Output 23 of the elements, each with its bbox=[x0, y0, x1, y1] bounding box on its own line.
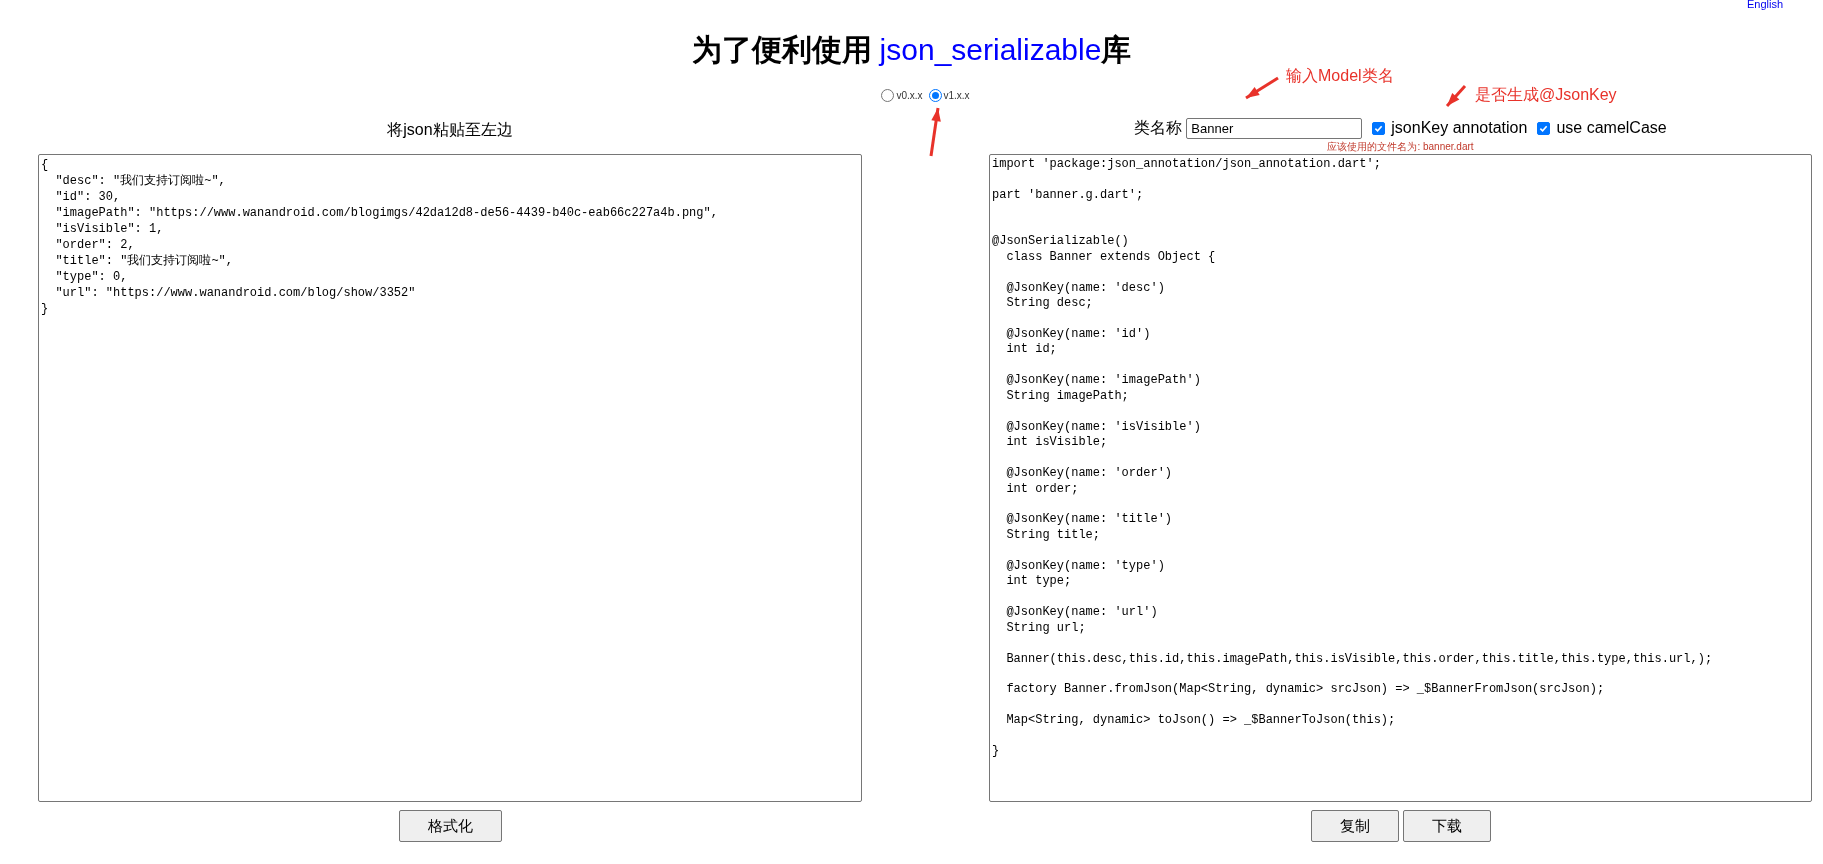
version-label: v1.x.x bbox=[943, 89, 970, 103]
option-checkbox[interactable] bbox=[1537, 121, 1551, 135]
option-label: jsonKey annotation bbox=[1391, 118, 1528, 138]
version-label: v0.x.x bbox=[896, 89, 923, 103]
option-label: use camelCase bbox=[1556, 118, 1667, 138]
version-radio[interactable] bbox=[928, 89, 942, 102]
page-title: 为了便利使用 bbox=[691, 33, 872, 66]
option-checkbox[interactable] bbox=[1372, 121, 1386, 135]
page-title-suffix: 库 bbox=[1101, 33, 1132, 66]
language-link[interactable]: English bbox=[1746, 0, 1783, 10]
version-radio[interactable] bbox=[881, 89, 895, 102]
format-button[interactable]: 格式化 bbox=[398, 810, 502, 842]
download-button[interactable]: 下载 bbox=[1402, 810, 1491, 842]
file-name-hint: 应该使用的文件名为: banner.dart bbox=[1327, 141, 1474, 153]
library-link[interactable]: json_serializable bbox=[879, 33, 1102, 66]
json-input-field[interactable]: { "desc": "我们支持订阅啦~", "id": 30, "imagePath": "https://www.wanandroid.com/blogimgs/42da12d8-de56-4439-b40c-eab66c227a4b.png", "isVisible": 1, "order": 2, "title": "我们支持订阅啦~", "type": 0, "url": "https://www.wanandroid.com/blog/show/3352" } bbox=[38, 154, 862, 802]
class-name-field[interactable]: Banner bbox=[1186, 117, 1363, 139]
left-label: 将json粘贴至左边 bbox=[387, 120, 513, 140]
class-name-label: 类名称 bbox=[1134, 118, 1183, 138]
code-output-field[interactable]: import 'package:json_annotation/json_annotation.dart'; part 'banner.g.dart'; @JsonSerializable() class Banner extends Object { @JsonKey(name: 'desc') String desc; @JsonKey(name: 'id') int id; @JsonKey(name: 'imagePath') String imagePath; @JsonKey(name: 'isVisible') int isVisible; @JsonKey(name: 'order') int order; @JsonKey(name: 'title') String title; @JsonKey(name: 'type') int type; @JsonKey(name: 'url') String url; Banner(this.desc,this.id,this.imagePath,this.isVisible,this.order,this.title,this.type,this.url,); factory Banner.fromJson(Map<String, dynamic> srcJson) => _$BannerFromJson(srcJson); Map<String, dynamic> toJson() => _$BannerToJson(this); } bbox=[989, 154, 1812, 802]
copy-button[interactable]: 复制 bbox=[1310, 810, 1399, 842]
annotation-text: 是否生成@JsonKey bbox=[1475, 85, 1617, 105]
annotation-text: 输入Model类名 bbox=[1286, 66, 1394, 86]
